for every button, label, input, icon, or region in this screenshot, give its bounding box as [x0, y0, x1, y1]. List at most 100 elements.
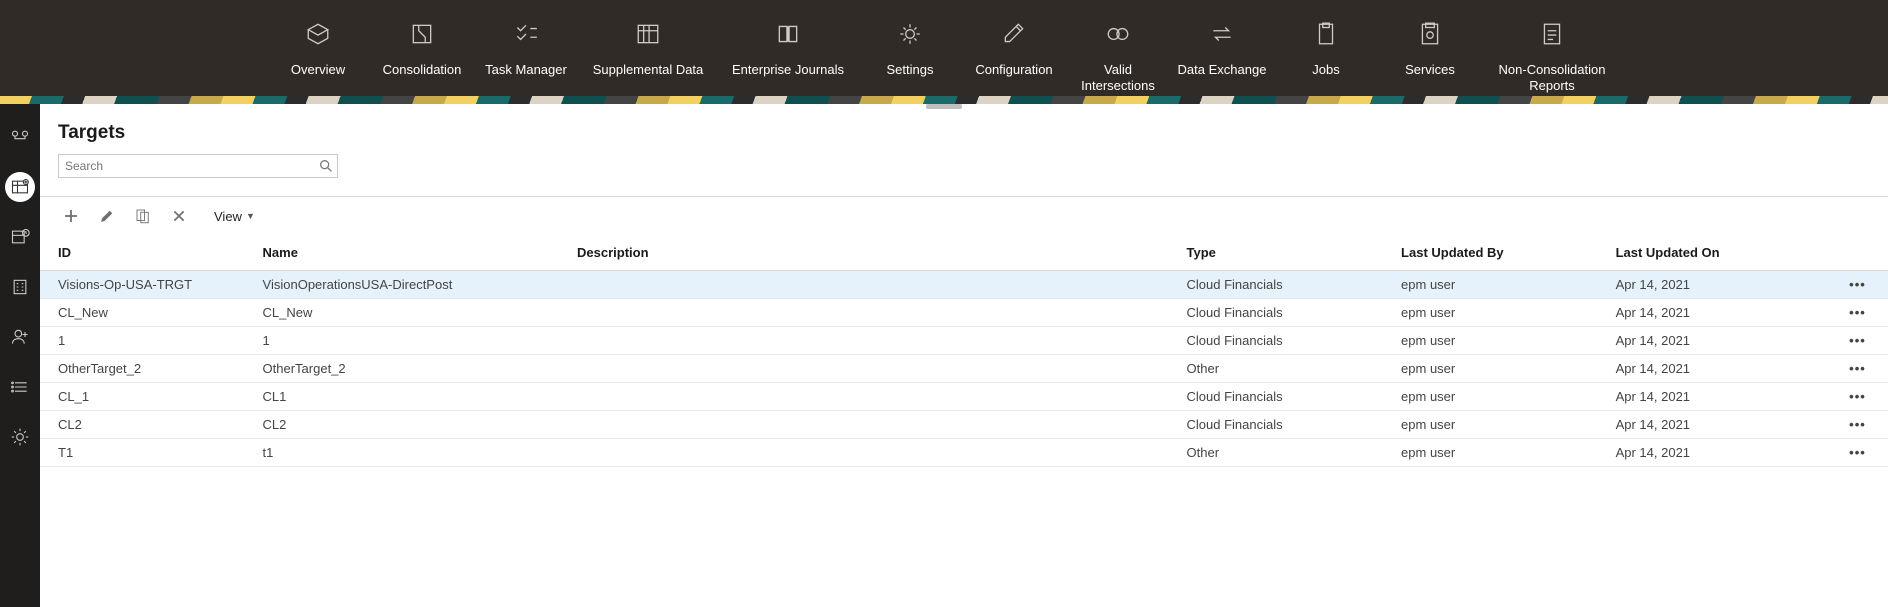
row-actions-button[interactable]: ••• [1827, 327, 1888, 355]
table-row[interactable]: CL_1CL1Cloud Financialsepm userApr 14, 2… [40, 383, 1888, 411]
topnav-icon [634, 20, 662, 48]
sidebar-targets-icon[interactable] [5, 172, 35, 202]
table-row[interactable]: 11Cloud Financialsepm userApr 14, 2021••… [40, 327, 1888, 355]
topnav-label: Consolidation [383, 62, 462, 78]
col-type[interactable]: Type [1179, 235, 1394, 271]
topnav-icon [408, 20, 436, 48]
view-menu-button[interactable]: View ▼ [214, 209, 255, 224]
topnav-label: Non-Consolidation Reports [1482, 62, 1622, 93]
cell-id[interactable]: Visions-Op-USA-TRGT [40, 271, 255, 299]
topnav-label: Overview [291, 62, 345, 78]
cell-description [569, 271, 1178, 299]
cell-updated-on: Apr 14, 2021 [1608, 439, 1827, 467]
col-name[interactable]: Name [255, 235, 570, 271]
cell-type: Other [1179, 355, 1394, 383]
cell-description [569, 355, 1178, 383]
row-actions-button[interactable]: ••• [1827, 271, 1888, 299]
cell-type: Other [1179, 439, 1394, 467]
table-row[interactable]: Visions-Op-USA-TRGTVisionOperationsUSA-D… [40, 271, 1888, 299]
row-actions-button[interactable]: ••• [1827, 383, 1888, 411]
topnav-settings[interactable]: Settings [858, 20, 962, 93]
topnav-services[interactable]: Services [1378, 20, 1482, 93]
topnav-overview[interactable]: Overview [266, 20, 370, 93]
cell-description [569, 411, 1178, 439]
cell-description [569, 383, 1178, 411]
sidebar-list-icon[interactable] [5, 372, 35, 402]
cell-name[interactable]: 1 [255, 327, 570, 355]
col-updated-on[interactable]: Last Updated On [1608, 235, 1827, 271]
targets-table: ID Name Description Type Last Updated By… [40, 235, 1888, 467]
row-actions-button[interactable]: ••• [1827, 439, 1888, 467]
cell-id[interactable]: 1 [40, 327, 255, 355]
sidebar-add-user-icon[interactable] [5, 322, 35, 352]
cell-type: Cloud Financials [1179, 383, 1394, 411]
topnav-task-manager[interactable]: Task Manager [474, 20, 578, 93]
topnav-consolidation[interactable]: Consolidation [370, 20, 474, 93]
cell-name[interactable]: t1 [255, 439, 570, 467]
col-id[interactable]: ID [40, 235, 255, 271]
table-row[interactable]: T1t1Otherepm userApr 14, 2021••• [40, 439, 1888, 467]
cell-updated-on: Apr 14, 2021 [1608, 355, 1827, 383]
cell-name[interactable]: CL_New [255, 299, 570, 327]
cell-name[interactable]: VisionOperationsUSA-DirectPost [255, 271, 570, 299]
col-updated-by[interactable]: Last Updated By [1393, 235, 1608, 271]
sidebar-settings-icon[interactable] [5, 422, 35, 452]
topnav-label: Task Manager [485, 62, 567, 78]
cell-updated-by: epm user [1393, 271, 1608, 299]
cell-updated-on: Apr 14, 2021 [1608, 327, 1827, 355]
cell-id[interactable]: CL_1 [40, 383, 255, 411]
topnav-enterprise-journals[interactable]: Enterprise Journals [718, 20, 858, 93]
cell-updated-by: epm user [1393, 299, 1608, 327]
topnav-non-consolidation-reports[interactable]: Non-Consolidation Reports [1482, 20, 1622, 93]
topnav-icon [1538, 20, 1566, 48]
topnav-label: Settings [887, 62, 934, 78]
topnav-supplemental-data[interactable]: Supplemental Data [578, 20, 718, 93]
cell-id[interactable]: T1 [40, 439, 255, 467]
topnav-icon [1416, 20, 1444, 48]
table-row[interactable]: OtherTarget_2OtherTarget_2 Otherepm userA… [40, 355, 1888, 383]
cell-type: Cloud Financials [1179, 411, 1394, 439]
delete-button[interactable] [170, 207, 188, 225]
table-toolbar: View ▼ [40, 197, 1888, 235]
cell-id[interactable]: CL2 [40, 411, 255, 439]
add-button[interactable] [62, 207, 80, 225]
cell-description [569, 439, 1178, 467]
page-title: Targets [40, 104, 1888, 154]
table-row[interactable]: CL2CL2Cloud Financialsepm userApr 14, 20… [40, 411, 1888, 439]
cell-updated-on: Apr 14, 2021 [1608, 411, 1827, 439]
cell-updated-on: Apr 14, 2021 [1608, 299, 1827, 327]
topnav-configuration[interactable]: Configuration [962, 20, 1066, 93]
topnav-valid-intersections[interactable]: Valid Intersections [1066, 20, 1170, 93]
sidebar-node-icon[interactable] [5, 122, 35, 152]
topnav-label: Data Exchange [1178, 62, 1267, 78]
search-input[interactable] [58, 154, 338, 178]
cell-name[interactable]: CL1 [255, 383, 570, 411]
left-sidebar [0, 104, 40, 607]
row-actions-button[interactable]: ••• [1827, 411, 1888, 439]
sidebar-schedule-icon[interactable] [5, 222, 35, 252]
cell-id[interactable]: OtherTarget_2 [40, 355, 255, 383]
cell-type: Cloud Financials [1179, 299, 1394, 327]
cell-name[interactable]: CL2 [255, 411, 570, 439]
topnav-icon [304, 20, 332, 48]
topnav-icon [512, 20, 540, 48]
row-actions-button[interactable]: ••• [1827, 299, 1888, 327]
top-navbar: Overview Consolidation Task Manager Supplem… [0, 0, 1888, 96]
topnav-label: Enterprise Journals [732, 62, 844, 78]
topnav-data-exchange[interactable]: Data Exchange [1170, 20, 1274, 93]
cell-description [569, 299, 1178, 327]
copy-button[interactable] [134, 207, 152, 225]
edit-button[interactable] [98, 207, 116, 225]
row-actions-button[interactable]: ••• [1827, 355, 1888, 383]
search-icon[interactable] [318, 158, 334, 174]
cell-updated-by: epm user [1393, 355, 1608, 383]
sidebar-building-icon[interactable] [5, 272, 35, 302]
table-row[interactable]: CL_NewCL_New Cloud Financialsepm userApr … [40, 299, 1888, 327]
cell-type: Cloud Financials [1179, 271, 1394, 299]
col-description[interactable]: Description [569, 235, 1178, 271]
topnav-icon [774, 20, 802, 48]
cell-name[interactable]: OtherTarget_2 [255, 355, 570, 383]
topnav-label: Supplemental Data [593, 62, 704, 78]
cell-id[interactable]: CL_New [40, 299, 255, 327]
topnav-jobs[interactable]: Jobs [1274, 20, 1378, 93]
